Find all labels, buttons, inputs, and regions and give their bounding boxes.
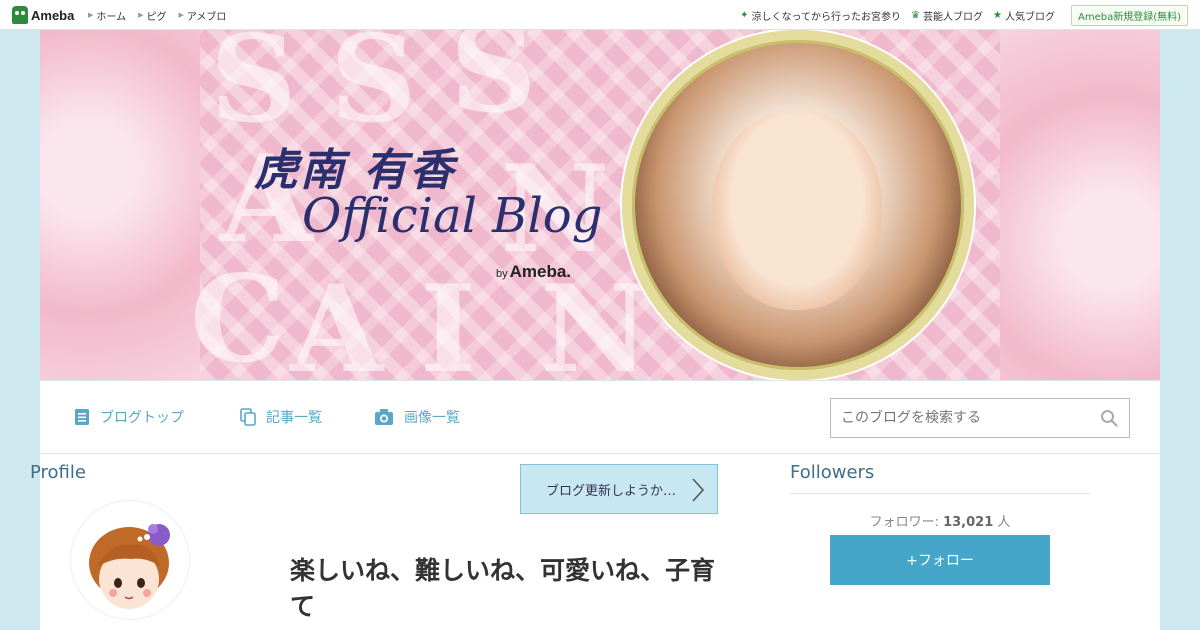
signup-button[interactable]: Ameba新規登録(無料) [1070, 4, 1188, 26]
search-input[interactable] [831, 399, 1089, 437]
portrait-photo [622, 30, 974, 380]
nav-label: 画像一覧 [404, 410, 460, 426]
nav-label: 記事一覧 [266, 410, 322, 426]
blog-search [830, 398, 1130, 438]
decorative-letter: S [450, 30, 537, 140]
nav-link-label: ホーム [96, 11, 127, 23]
banner-side-pattern [40, 30, 200, 380]
by-brand: Ameba. [509, 262, 572, 281]
ameba-mascot-icon [12, 6, 28, 24]
chevron-right-icon: ▶ [178, 11, 184, 19]
follower-count: フォロワー: 13,021 人 [790, 511, 1090, 530]
follower-count-value: 13,021 [943, 515, 994, 530]
link-label: 芸能人ブログ [923, 11, 984, 23]
blog-nav: ブログトップ 記事一覧 画像一覧 [40, 380, 1160, 454]
update-button-label: ブログ更新しようか… [546, 483, 677, 499]
celebrity-blog-link[interactable]: ♛ 芸能人ブログ [911, 8, 983, 23]
nav-link-label: アメブロ [186, 11, 227, 23]
follower-count-unit: 人 [993, 515, 1011, 530]
decorative-letter: N [540, 259, 650, 381]
by-prefix: by [496, 268, 508, 280]
decorative-letter: S [210, 30, 297, 150]
nav-link-label: ピグ [146, 11, 167, 23]
profile-avatar[interactable] [70, 500, 190, 620]
profile-heading: Profile [30, 462, 86, 483]
popular-blog-link[interactable]: ★ 人気ブログ [993, 8, 1055, 23]
chevron-right-icon: ▶ [88, 11, 94, 19]
by-ameba-mark: by Ameba. [496, 262, 571, 282]
blog-subtitle: Official Blog [302, 188, 603, 244]
follow-button[interactable]: +フォロー [830, 535, 1050, 585]
decorative-letter: C [190, 249, 286, 380]
banner-side-pattern [1000, 30, 1160, 380]
trending-entry-link[interactable]: ✦ 涼しくなってから行ったお宮参り [740, 8, 901, 23]
nav-blog-top[interactable]: ブログトップ [74, 407, 184, 427]
followers-heading: Followers [790, 462, 1090, 494]
latest-entry-title[interactable]: 楽しいね、難しいね、可愛いね、子育て [290, 553, 730, 625]
decorative-letter: S [330, 30, 417, 150]
document-icon [74, 408, 90, 426]
link-label: 人気ブログ [1004, 11, 1055, 23]
decorative-letter: A [290, 259, 384, 381]
ameba-logo[interactable]: Ameba [12, 6, 74, 24]
copy-icon [240, 408, 256, 426]
follower-count-label: フォロワー: [869, 515, 944, 530]
global-nav: ▶ ホーム ▶ ピグ ▶ アメブロ [88, 0, 238, 30]
nav-entry-list[interactable]: 記事一覧 [240, 407, 322, 427]
sparkle-icon: ✦ [740, 9, 749, 21]
decorative-letter: I [420, 259, 477, 381]
global-header: Ameba ▶ ホーム ▶ ピグ ▶ アメブロ ✦ 涼しくなってから行ったお宮参り ♛ 芸… [0, 0, 1200, 30]
logo-text: Ameba [31, 7, 75, 23]
nav-link-ameblo[interactable]: ▶ アメブロ [178, 8, 226, 23]
chevron-right-icon [691, 477, 705, 507]
link-label: 涼しくなってから行ったお宮参り [751, 11, 902, 23]
crown-icon: ♛ [911, 9, 921, 21]
blog-header-banner[interactable]: S S S A N C A I N 虎南 有香 Official Blog by… [40, 30, 1160, 380]
search-icon[interactable] [1089, 399, 1129, 437]
nav-link-home[interactable]: ▶ ホーム [88, 8, 126, 23]
nav-link-pigg[interactable]: ▶ ピグ [138, 8, 166, 23]
chevron-right-icon: ▶ [138, 11, 144, 19]
camera-icon [374, 408, 394, 426]
avatar-illustration [89, 524, 170, 609]
nav-label: ブログトップ [100, 410, 184, 426]
blog-update-button[interactable]: ブログ更新しようか… [520, 464, 718, 514]
header-right-links: ✦ 涼しくなってから行ったお宮参り ♛ 芸能人ブログ ★ 人気ブログ Ameba新規登… [730, 0, 1188, 30]
star-icon: ★ [993, 9, 1002, 21]
nav-image-list[interactable]: 画像一覧 [374, 407, 460, 427]
